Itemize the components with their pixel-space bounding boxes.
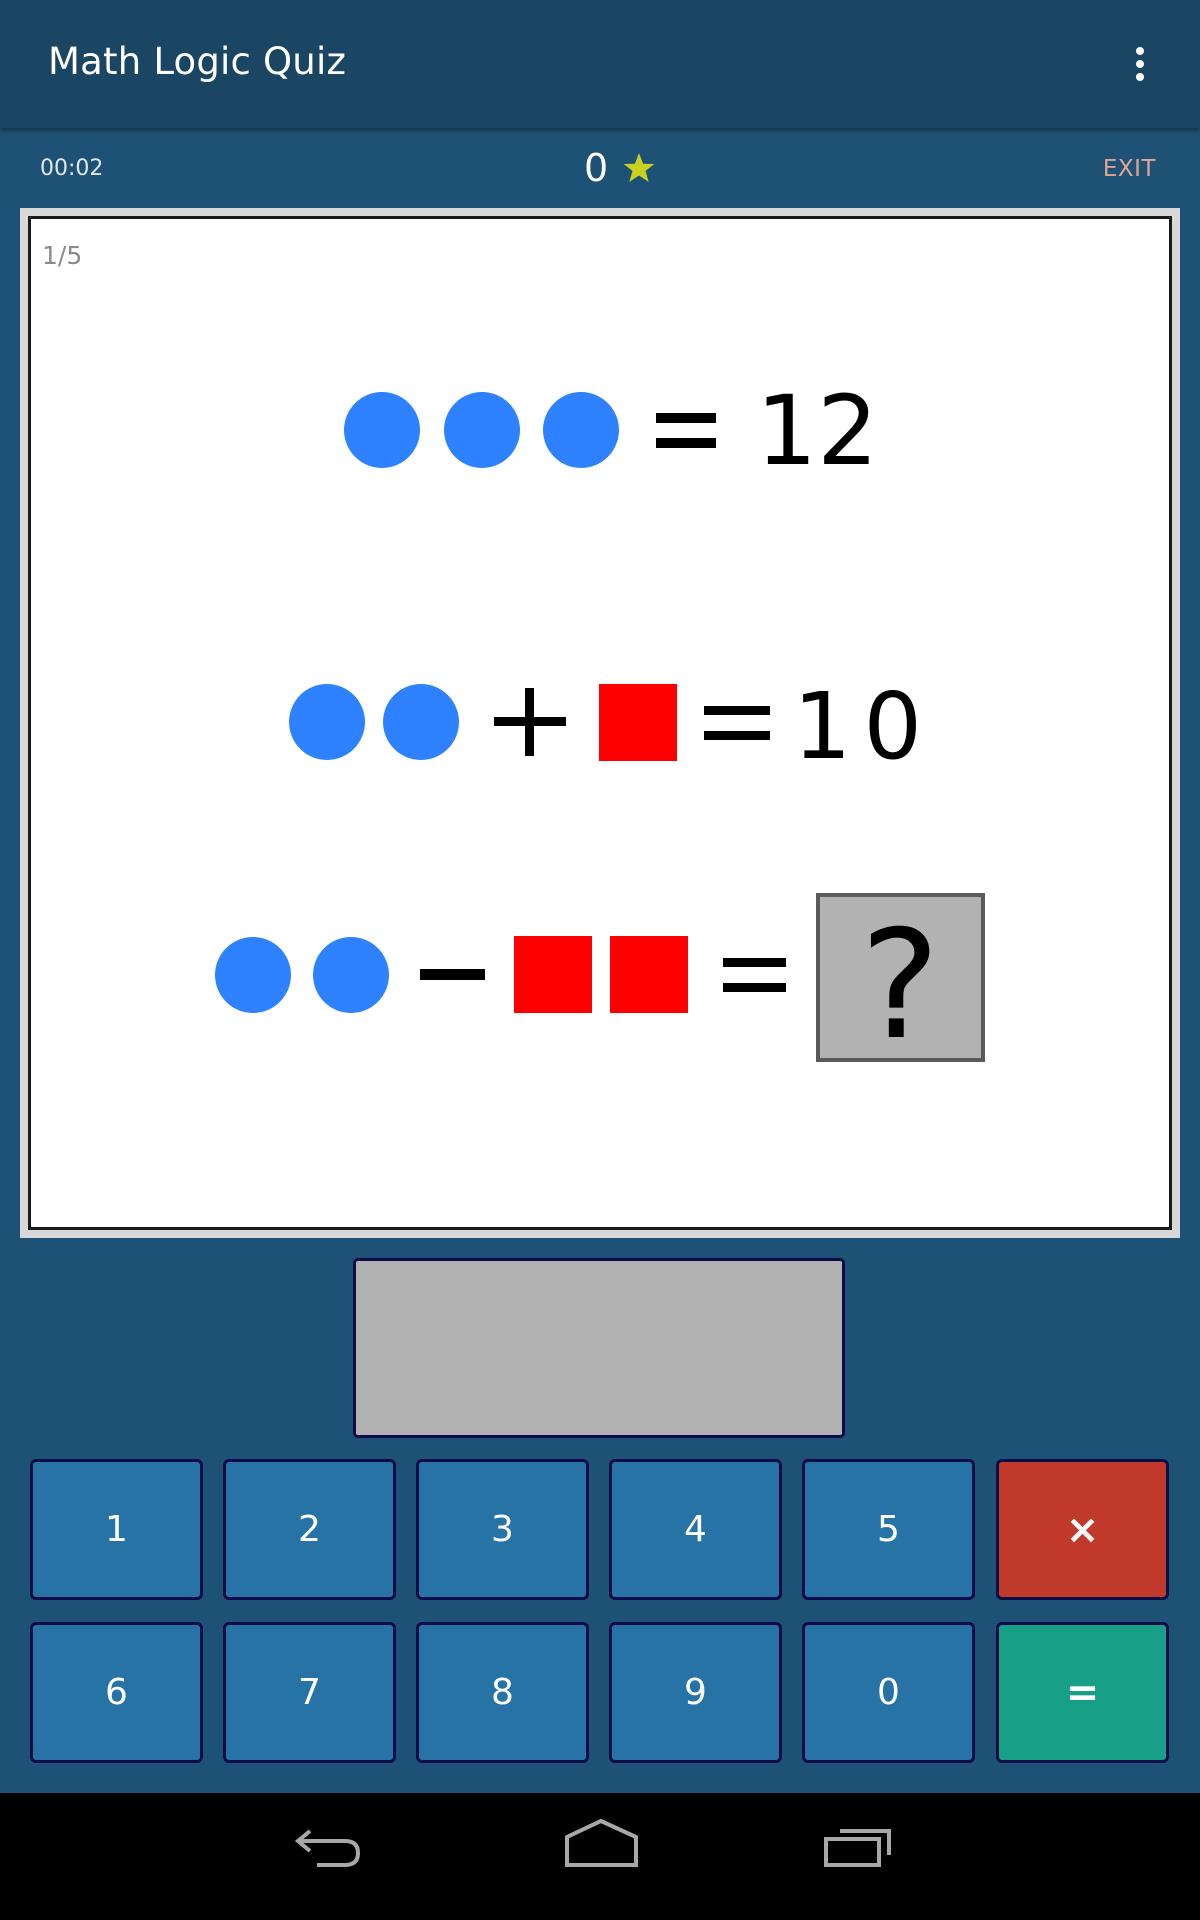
equals-sign-bar (723, 983, 786, 992)
back-button[interactable] (262, 1793, 422, 1920)
red-square (610, 936, 688, 1013)
blue-circle (215, 937, 291, 1013)
more-vert-icon-dot (1136, 73, 1144, 81)
blue-circle (543, 392, 619, 468)
home-button[interactable] (520, 1793, 680, 1920)
red-square (514, 936, 592, 1013)
red-square (599, 684, 677, 761)
blue-circle (383, 684, 459, 760)
key-5[interactable]: 5 (802, 1459, 975, 1600)
equation-1: 12 (344, 375, 878, 487)
equals-sign (704, 706, 770, 715)
equation-2-result: 10 (793, 673, 934, 780)
recents-icon (824, 1829, 891, 1867)
puzzle-area: 1/5 12 10 ? (28, 216, 1172, 1230)
equals-sign-bar (656, 438, 716, 448)
unknown-marker: ? (860, 899, 940, 1073)
blue-circle (444, 392, 520, 468)
key-3[interactable]: 3 (416, 1459, 589, 1600)
answer-display (353, 1258, 845, 1438)
key-0[interactable]: 0 (802, 1622, 975, 1763)
puzzle-equations: 12 10 ? (215, 375, 985, 1073)
blue-circle (289, 684, 365, 760)
plus-sign-bar (525, 688, 534, 756)
submit-button[interactable]: = (996, 1622, 1169, 1763)
system-nav-bar (0, 1793, 1200, 1920)
equation-3: ? (215, 893, 985, 1073)
more-vert-icon (1136, 47, 1144, 55)
equals-sign (656, 413, 716, 423)
overflow-menu-button[interactable] (1116, 36, 1164, 92)
key-1[interactable]: 1 (30, 1459, 203, 1600)
equation-1-result: 12 (756, 375, 878, 487)
equals-sign (723, 958, 786, 967)
minus-sign (420, 969, 485, 980)
key-8[interactable]: 8 (416, 1622, 589, 1763)
clear-button[interactable]: × (996, 1459, 1169, 1600)
recents-button[interactable] (780, 1793, 940, 1920)
home-icon (565, 1818, 638, 1867)
key-7[interactable]: 7 (223, 1622, 396, 1763)
blue-circle (313, 937, 389, 1013)
equation-2: 10 (289, 673, 934, 780)
more-vert-icon-dot (1136, 60, 1144, 68)
key-6[interactable]: 6 (30, 1622, 203, 1763)
back-icon (294, 1829, 361, 1867)
equals-sign-bar (704, 731, 770, 740)
key-4[interactable]: 4 (609, 1459, 782, 1600)
key-9[interactable]: 9 (609, 1622, 782, 1763)
app-title: Math Logic Quiz (48, 40, 347, 83)
app-bar: Math Logic Quiz (0, 0, 1200, 128)
puzzle-card: 1/5 12 10 ? (20, 208, 1180, 1238)
key-2[interactable]: 2 (223, 1459, 396, 1600)
blue-circle (344, 392, 420, 468)
